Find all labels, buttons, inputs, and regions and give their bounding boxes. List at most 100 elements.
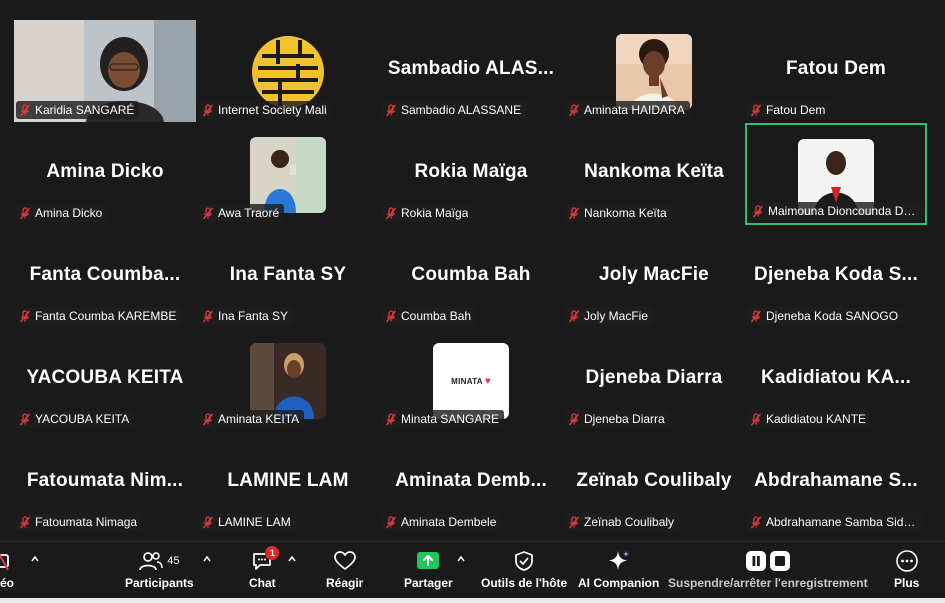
avatar-text: MINATA — [451, 376, 483, 386]
muted-mic-icon — [750, 103, 762, 116]
participant-display-name: Amina Dicko — [46, 161, 164, 182]
muted-mic-icon — [202, 206, 214, 219]
participant-display-name: Sambadio ALAS... — [387, 58, 555, 79]
participant-tile[interactable]: Djeneba Diarra Djeneba Diarra — [563, 329, 745, 431]
participant-tile[interactable]: Aminata KEITA — [197, 329, 379, 431]
participant-tile[interactable]: Joly MacFie Joly MacFie — [563, 226, 745, 328]
record-controls-button[interactable]: Suspendre/arrêter l'enregistrement — [668, 550, 868, 598]
participants-icon — [139, 552, 163, 571]
participant-name-label: Aminata KEITA — [199, 410, 305, 428]
participant-display-name: Nankoma Keïta — [584, 161, 724, 182]
participant-name-label: Nankoma Keïta — [565, 204, 672, 222]
muted-mic-icon — [19, 515, 31, 528]
muted-mic-icon — [385, 515, 397, 528]
chat-button[interactable]: 1 Chat — [249, 546, 280, 598]
participant-tile[interactable]: Amina Dicko Amina Dicko — [14, 123, 196, 225]
pause-stop-icon — [745, 551, 790, 571]
participant-name: Amina Dicko — [35, 206, 103, 220]
participant-name-label: Coumba Bah — [382, 307, 477, 325]
participant-name-label: Sambadio ALASSANE — [382, 101, 527, 119]
chat-caret-icon[interactable] — [287, 554, 297, 564]
participant-name-label: Ina Fanta SY — [199, 307, 294, 325]
muted-mic-icon — [568, 412, 580, 425]
participant-name: Awa Traoré — [218, 206, 280, 220]
globe-logo-icon — [250, 34, 326, 110]
participant-name: Aminata HAIDARA — [584, 103, 685, 117]
participant-display-name: Coumba Bah — [411, 264, 531, 285]
muted-mic-icon — [202, 103, 214, 116]
muted-mic-icon — [385, 103, 397, 116]
participant-display-name: Joly MacFie — [599, 264, 709, 285]
participants-button[interactable]: 45 Participants — [125, 550, 194, 598]
participant-tile[interactable]: Karidia SANGARÉ — [14, 20, 196, 122]
host-tools-button[interactable]: Outils de l'hôte — [481, 550, 567, 598]
video-off-icon — [0, 553, 9, 571]
share-label: Partager — [404, 576, 453, 590]
record-label: Suspendre/arrêter l'enregistrement — [668, 576, 868, 590]
muted-mic-icon — [385, 309, 397, 322]
participant-tile[interactable]: Coumba Bah Coumba Bah — [380, 226, 562, 328]
more-button[interactable]: Plus — [894, 550, 919, 598]
muted-mic-icon — [750, 515, 762, 528]
more-icon — [895, 550, 918, 572]
participant-tile[interactable]: Aminata Demb... Aminata Dembele — [380, 432, 562, 534]
participants-count: 45 — [167, 555, 180, 567]
react-button[interactable]: Réagir — [326, 550, 363, 598]
participant-tile[interactable]: Nankoma Keïta Nankoma Keïta — [563, 123, 745, 225]
avatar-photo: MINATA ♥ — [433, 343, 509, 419]
participant-tile[interactable]: Sambadio ALAS... Sambadio ALASSANE — [380, 20, 562, 122]
muted-mic-icon — [568, 103, 580, 116]
participant-name-label: Maimouna Dioncounda DEMBELE — [749, 202, 925, 220]
participant-tile[interactable]: Fatou Dem Fatou Dem — [745, 20, 927, 122]
muted-mic-icon — [19, 412, 31, 425]
video-caret-icon[interactable] — [30, 554, 40, 564]
participant-tile[interactable]: YACOUBA KEITA YACOUBA KEITA — [14, 329, 196, 431]
muted-mic-icon — [568, 309, 580, 322]
participant-tile[interactable]: Djeneba Koda S... Djeneba Koda SANOGO — [745, 226, 927, 328]
participant-name-label: Kadidiatou KANTE — [747, 410, 872, 428]
participant-name-label: Minata SANGARE — [382, 410, 505, 428]
participant-display-name: Kadidiatou KA... — [761, 367, 911, 388]
participant-name: Joly MacFie — [584, 309, 649, 323]
share-screen-icon — [417, 552, 440, 569]
participant-tile[interactable]: Abdrahamane S... Abdrahamane Samba Sidibé — [745, 432, 927, 534]
share-caret-icon[interactable] — [456, 554, 466, 564]
avatar-photo — [616, 34, 692, 110]
participant-tile[interactable]: Kadidiatou KA... Kadidiatou KANTE — [745, 329, 927, 431]
participant-name-label: Aminata Dembele — [382, 513, 502, 531]
ai-companion-button[interactable]: AI Companion — [578, 550, 659, 598]
participant-name: Sambadio ALASSANE — [401, 103, 522, 117]
video-label: éo — [0, 576, 14, 590]
participant-display-name: LAMINE LAM — [227, 470, 349, 491]
participant-name-label: Fanta Coumba KAREMBE — [16, 307, 182, 325]
participant-tile[interactable]: MINATA ♥ Minata SANGARE — [380, 329, 562, 431]
more-label: Plus — [894, 576, 920, 590]
host-tools-label: Outils de l'hôte — [481, 576, 568, 590]
participant-tile[interactable]: Zeïnab Coulibaly Zeïnab Coulibaly — [563, 432, 745, 534]
participants-caret-icon[interactable] — [202, 554, 212, 564]
participant-display-name: Ina Fanta SY — [229, 264, 347, 285]
participant-tile[interactable]: Fatoumata Nim... Fatoumata Nimaga — [14, 432, 196, 534]
participant-tile[interactable]: Awa Traoré — [197, 123, 379, 225]
participant-name-label: Zeïnab Coulibaly — [565, 513, 680, 531]
participant-tile[interactable]: Rokia Maïga Rokia Maïga — [380, 123, 562, 225]
participant-tile[interactable]: Ina Fanta SY Ina Fanta SY — [197, 226, 379, 328]
participant-name-label: Djeneba Koda SANOGO — [747, 307, 904, 325]
participant-tile[interactable]: Aminata HAIDARA — [563, 20, 745, 122]
participant-name-label: Awa Traoré — [199, 204, 285, 222]
participant-display-name: Rokia Maïga — [414, 161, 528, 182]
shield-icon — [515, 551, 533, 571]
participant-tile[interactable]: Maimouna Dioncounda DEMBELE — [745, 123, 927, 225]
participants-label: Participants — [125, 576, 194, 590]
participant-name: Fanta Coumba KAREMBE — [35, 309, 177, 323]
participant-name-label: Internet Society Mali — [199, 101, 332, 119]
share-button[interactable]: Partager — [404, 550, 453, 598]
avatar — [250, 137, 326, 213]
participant-name-label: Fatou Dem — [747, 101, 831, 119]
muted-mic-icon — [568, 515, 580, 528]
video-button[interactable]: éo — [0, 550, 18, 598]
participant-tile[interactable]: Internet Society Mali — [197, 20, 379, 122]
participant-tile[interactable]: Fanta Coumba... Fanta Coumba KAREMBE — [14, 226, 196, 328]
participant-tile[interactable]: LAMINE LAM LAMINE LAM — [197, 432, 379, 534]
participant-name-label: LAMINE LAM — [199, 513, 296, 531]
